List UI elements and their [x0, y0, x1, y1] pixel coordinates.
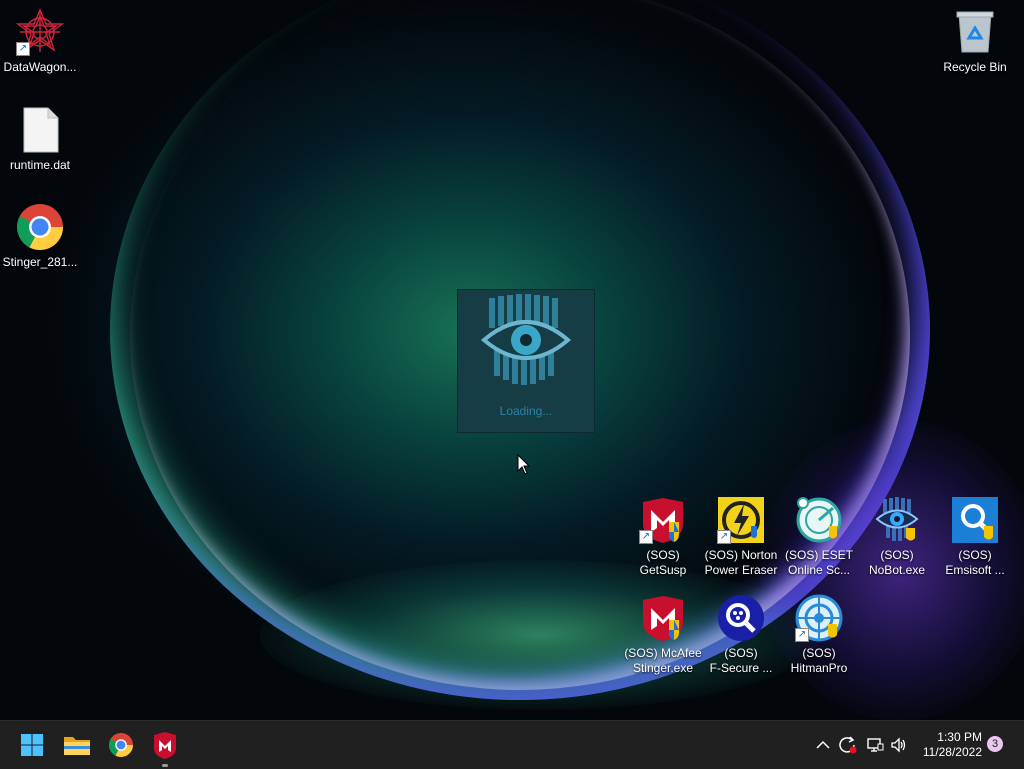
icon-label-line1: (SOS) [802, 646, 836, 660]
nobot-loading-splash: Loading... [457, 289, 595, 433]
file-icon [16, 106, 64, 154]
desktop-icon-sos-mcafee-stinger[interactable]: (SOS) McAfee Stinger.exe [623, 594, 703, 676]
mcafee-shield-icon: ↗ [639, 496, 687, 544]
system-tray [814, 721, 906, 769]
icon-label: DataWagon... [3, 60, 77, 74]
eye-shield-icon [480, 294, 572, 385]
desktop-icon-sos-norton-power-eraser[interactable]: ↗ (SOS) Norton Power Eraser [701, 496, 781, 578]
shortcut-arrow-icon: ↗ [639, 530, 653, 544]
icon-label-line2: HitmanPro [790, 661, 848, 675]
clock-time: 1:30 PM [937, 730, 982, 744]
desktop-icon-datawagon[interactable]: ↗ DataWagon... [0, 8, 80, 75]
icon-label-line2: Emsisoft ... [945, 563, 1005, 577]
chrome-taskbar-button[interactable] [105, 729, 137, 761]
icon-label: runtime.dat [9, 158, 71, 172]
icon-label: Stinger_281... [2, 255, 78, 269]
icon-label-line2: NoBot.exe [868, 563, 926, 577]
running-indicator [162, 764, 168, 767]
chrome-icon [16, 203, 64, 251]
notification-badge[interactable]: 3 [987, 736, 1003, 752]
icon-label-line1: (SOS) [646, 548, 680, 562]
shortcut-arrow-icon: ↗ [717, 530, 731, 544]
icon-label-line1: (SOS) [724, 646, 758, 660]
chrome-icon [109, 733, 133, 757]
icon-label-line1: (SOS) ESET [784, 548, 853, 562]
icon-label-line2: GetSusp [639, 563, 687, 577]
start-button[interactable] [16, 729, 48, 761]
desktop-icon-stinger[interactable]: Stinger_281... [0, 203, 80, 270]
icon-label-line1: (SOS) McAfee [624, 646, 702, 660]
desktop-icon-sos-hitmanpro[interactable]: ↗ (SOS) HitmanPro [779, 594, 859, 676]
desktop-icon-sos-f-secure[interactable]: (SOS) F-Secure ... [701, 594, 781, 676]
icon-label-line1: (SOS) Norton [704, 548, 778, 562]
network-icon[interactable] [866, 736, 884, 754]
desktop-icon-sos-getsusp[interactable]: ↗ (SOS) GetSusp [623, 496, 703, 578]
eset-scanner-icon [795, 496, 843, 544]
norton-power-eraser-icon: ↗ [717, 496, 765, 544]
chevron-up-icon[interactable] [816, 739, 830, 751]
emsisoft-icon [951, 496, 999, 544]
mcafee-shield-icon [154, 732, 176, 759]
desktop-icon-sos-eset-online-scanner[interactable]: (SOS) ESET Online Sc... [779, 496, 859, 578]
desktop-icon-runtime-dat[interactable]: runtime.dat [0, 106, 80, 173]
desktop-icon-sos-nobot[interactable]: (SOS) NoBot.exe [857, 496, 937, 578]
icon-label-line2: Online Sc... [787, 563, 851, 577]
folder-icon [64, 737, 90, 755]
mcafee-taskbar-button[interactable] [149, 729, 181, 767]
icon-label-line2: Power Eraser [704, 563, 778, 577]
volume-icon[interactable] [890, 736, 908, 754]
icon-label-line1: (SOS) [880, 548, 914, 562]
recycle-bin-icon [951, 8, 999, 56]
icon-label-line2: F-Secure ... [709, 661, 773, 675]
mcafee-shield-icon [639, 594, 687, 642]
clock[interactable]: 1:30 PM 11/28/2022 [910, 730, 982, 760]
f-secure-icon [717, 594, 765, 642]
nobot-eye-shield-icon [873, 496, 921, 544]
sync-icon[interactable] [838, 736, 858, 754]
taskbar: 1:30 PM 11/28/2022 [0, 720, 1024, 769]
windows-start-icon [21, 734, 43, 756]
mouse-cursor-icon [517, 454, 531, 475]
datawagon-icon: ↗ [15, 8, 65, 56]
icon-label: Recycle Bin [943, 60, 1007, 74]
shortcut-arrow-icon: ↗ [16, 42, 30, 56]
desktop-icon-recycle-bin[interactable]: Recycle Bin [935, 8, 1015, 75]
file-explorer-button[interactable] [61, 729, 93, 761]
shortcut-arrow-icon: ↗ [795, 628, 809, 642]
icon-label-line2: Stinger.exe [632, 661, 694, 675]
icon-label-line1: (SOS) [958, 548, 992, 562]
loading-text: Loading... [499, 404, 553, 418]
clock-date: 11/28/2022 [922, 745, 982, 759]
hitmanpro-icon: ↗ [795, 594, 843, 642]
desktop-icon-sos-emsisoft[interactable]: (SOS) Emsisoft ... [935, 496, 1015, 578]
